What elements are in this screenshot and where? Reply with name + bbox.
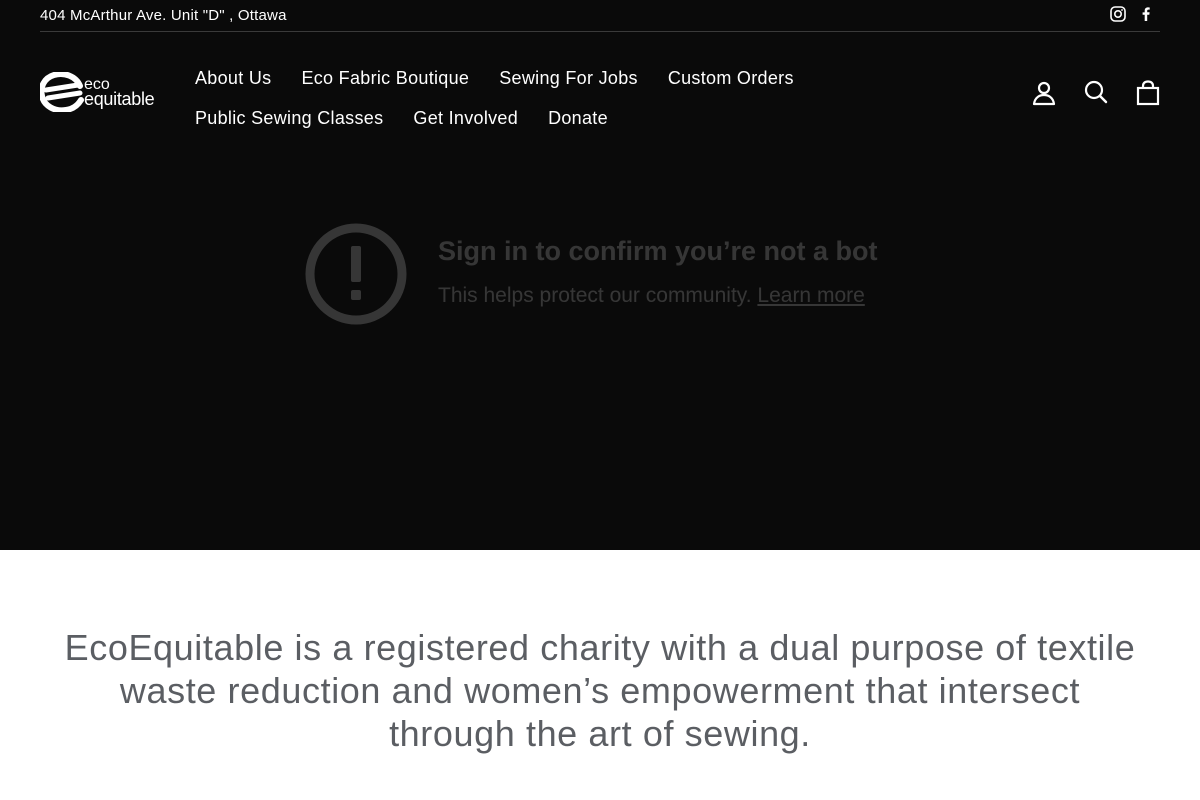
video-embed-notice: Sign in to confirm you’re not a bot This…	[300, 220, 940, 340]
mission-statement: EcoEquitable is a registered charity wit…	[64, 627, 1136, 754]
search-icon[interactable]	[1084, 80, 1108, 106]
main-nav: About Us Eco Fabric Boutique Sewing For …	[195, 58, 835, 138]
nav-donate[interactable]: Donate	[548, 108, 608, 129]
logo-wordmark: eco equitable	[84, 77, 155, 109]
embed-subtitle: This helps protect our community. Learn …	[438, 284, 865, 308]
nav-eco-fabric-boutique[interactable]: Eco Fabric Boutique	[301, 68, 469, 89]
site-logo[interactable]: eco equitable	[40, 72, 162, 114]
alert-icon	[305, 223, 407, 325]
nav-row-2: Public Sewing Classes Get Involved Donat…	[195, 98, 835, 138]
instagram-icon[interactable]	[1110, 6, 1126, 22]
nav-get-involved[interactable]: Get Involved	[413, 108, 518, 129]
logo-mark-icon	[40, 72, 84, 112]
facebook-icon[interactable]	[1138, 6, 1154, 22]
nav-public-sewing-classes[interactable]: Public Sewing Classes	[195, 108, 383, 129]
announcement-bar: 404 McArthur Ave. Unit "D" , Ottawa	[40, 0, 1160, 32]
embed-title: Sign in to confirm you’re not a bot	[438, 236, 878, 266]
social-links	[1110, 6, 1154, 22]
learn-more-link[interactable]: Learn more	[757, 284, 864, 307]
cart-icon[interactable]	[1136, 80, 1160, 106]
header-actions	[1032, 80, 1160, 106]
embed-subtitle-text: This helps protect our community.	[438, 284, 758, 307]
nav-custom-orders[interactable]: Custom Orders	[668, 68, 794, 89]
logo-line-equitable: equitable	[84, 89, 155, 109]
nav-sewing-for-jobs[interactable]: Sewing For Jobs	[499, 68, 638, 89]
account-icon[interactable]	[1032, 80, 1056, 106]
nav-row-1: About Us Eco Fabric Boutique Sewing For …	[195, 58, 835, 98]
hero-section: 404 McArthur Ave. Unit "D" , Ottawa eco …	[0, 0, 1200, 550]
nav-about-us[interactable]: About Us	[195, 68, 271, 89]
store-address: 404 McArthur Ave. Unit "D" , Ottawa	[40, 7, 287, 24]
